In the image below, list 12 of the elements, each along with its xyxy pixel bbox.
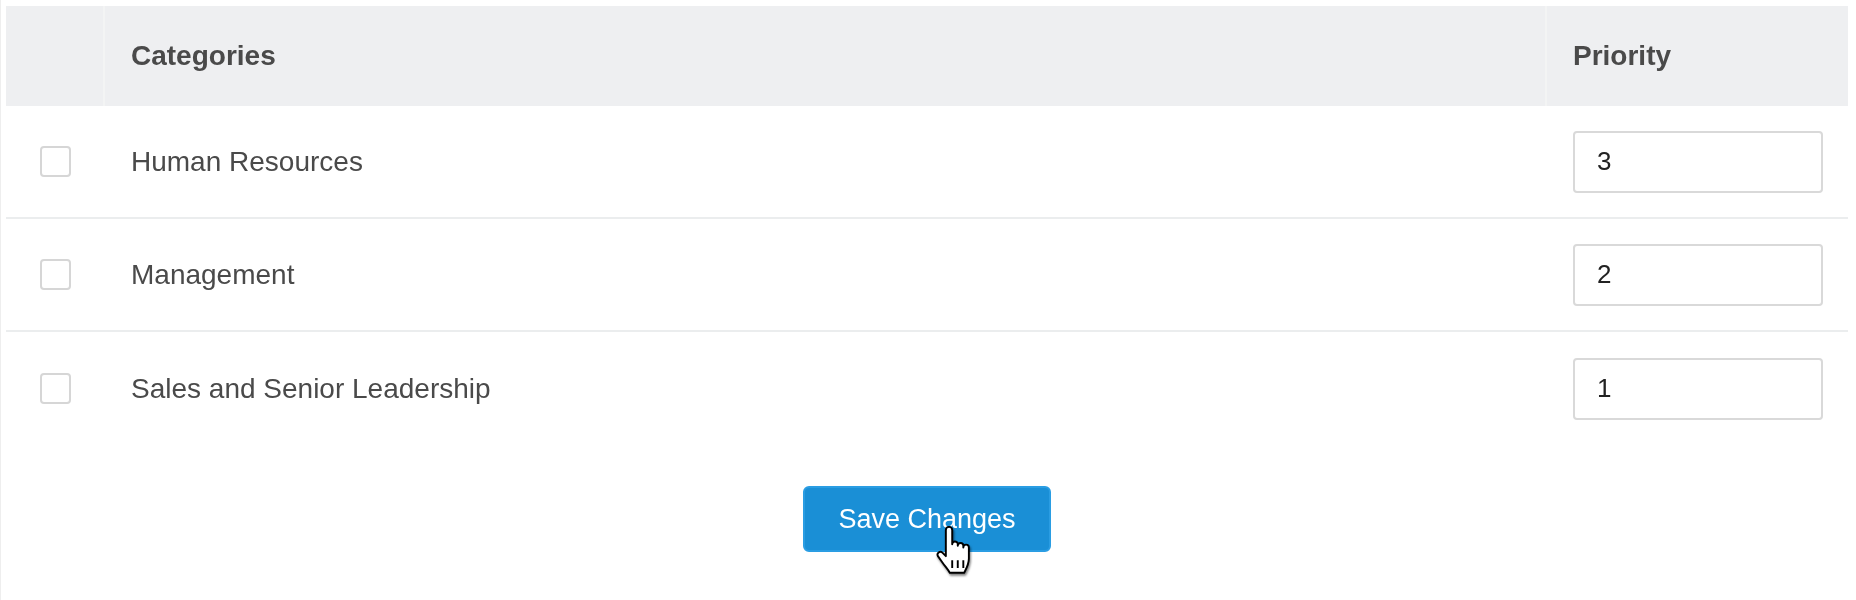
column-header: Priority bbox=[1573, 39, 1672, 73]
priority-field[interactable]: 2 bbox=[1573, 243, 1823, 306]
priority-field[interactable]: 3 bbox=[1573, 130, 1823, 193]
column-header: Categories bbox=[131, 39, 276, 73]
checkbox[interactable] bbox=[40, 146, 71, 177]
save-button[interactable]: Save Changes bbox=[803, 486, 1051, 552]
category-name: Management bbox=[131, 257, 295, 292]
category-name: Human Resources bbox=[131, 144, 363, 179]
checkbox[interactable] bbox=[40, 373, 71, 404]
checkbox[interactable] bbox=[40, 259, 71, 290]
priority-field[interactable]: 1 bbox=[1573, 357, 1823, 420]
category-name: Sales and Senior Leadership bbox=[131, 371, 491, 406]
